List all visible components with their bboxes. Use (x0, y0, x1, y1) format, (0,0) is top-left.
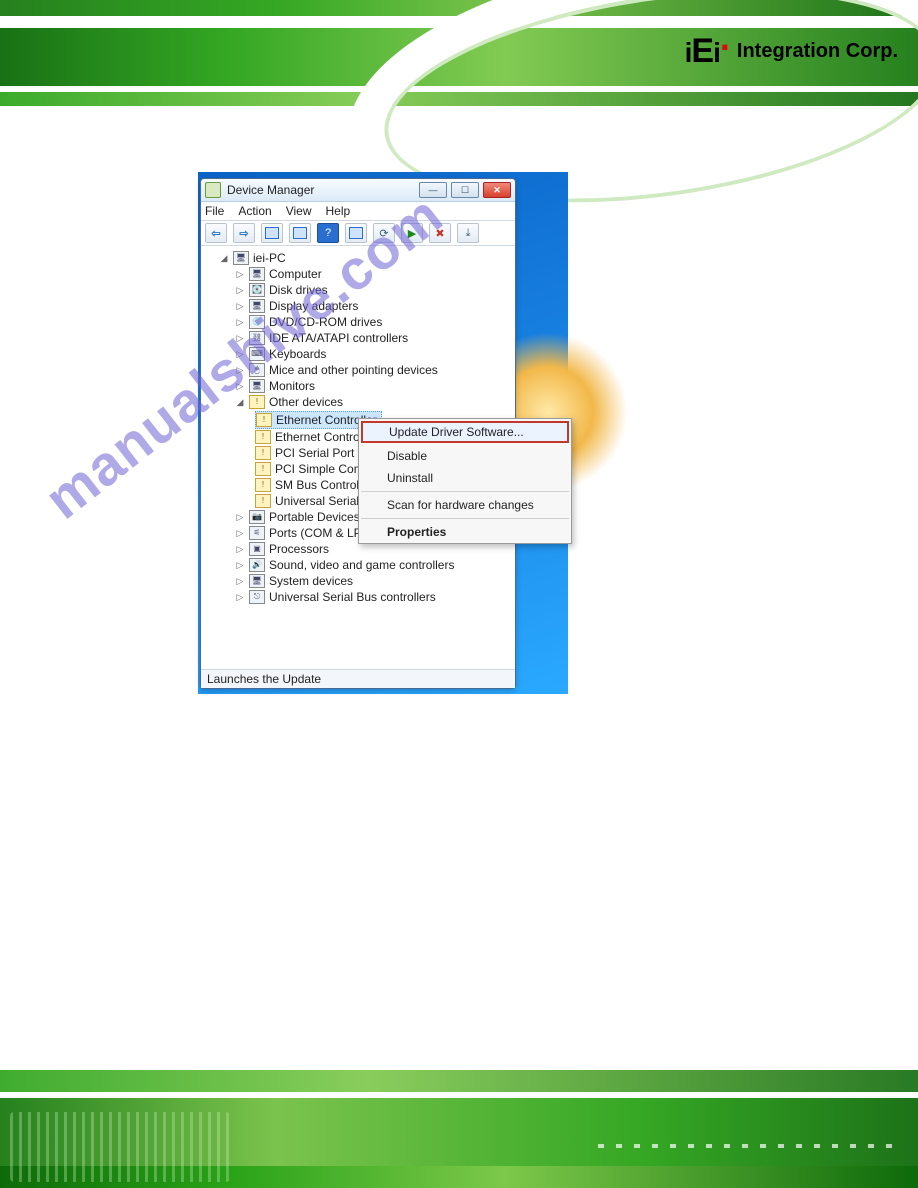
menubar: File Action View Help (201, 202, 515, 221)
tree-item[interactable]: ▷🖥System devices (235, 573, 509, 589)
tree-item[interactable]: ▷⛓IDE ATA/ATAPI controllers (235, 330, 509, 346)
toolbar: ⇦ ⇨ ? ⟳ ▶ ✖ ⤓ (201, 221, 515, 246)
ctx-properties[interactable]: Properties (359, 521, 571, 543)
menu-help[interactable]: Help (326, 204, 351, 218)
scan-icon[interactable]: ⟳ (373, 223, 395, 243)
statusbar: Launches the Update (201, 669, 515, 688)
window-title: Device Manager (227, 183, 314, 197)
ctx-disable[interactable]: Disable (359, 445, 571, 467)
disable-icon[interactable]: ✖ (429, 223, 451, 243)
menu-file[interactable]: File (205, 204, 224, 218)
tree-item-other[interactable]: ◢!Other devices (235, 394, 509, 410)
back-icon[interactable]: ⇦ (205, 223, 227, 243)
context-menu: Update Driver Software... Disable Uninst… (358, 418, 572, 544)
ctx-uninstall[interactable]: Uninstall (359, 467, 571, 489)
titlebar[interactable]: Device Manager — ☐ ✕ (201, 179, 515, 202)
brand-logo: iEi. (685, 32, 729, 71)
tree-item[interactable]: ▷🖱Mice and other pointing devices (235, 362, 509, 378)
update-icon[interactable]: ⤓ (457, 223, 479, 243)
tree-item[interactable]: ▷💽Disk drives (235, 282, 509, 298)
minimize-button[interactable]: — (419, 182, 447, 198)
page: iEi. Integration Corp. manualshive.com D… (0, 0, 918, 1188)
tree-item[interactable]: ▷🖥Display adapters (235, 298, 509, 314)
status-text: Launches the Update (207, 672, 321, 686)
brand: iEi. Integration Corp. (685, 32, 898, 71)
tree-item[interactable]: ▷⌨Keyboards (235, 346, 509, 362)
ctx-scan[interactable]: Scan for hardware changes (359, 494, 571, 516)
show-hidden-icon[interactable] (261, 223, 283, 243)
properties-icon[interactable] (345, 223, 367, 243)
menu-view[interactable]: View (286, 204, 312, 218)
tree-item[interactable]: ▷🔊Sound, video and game controllers (235, 557, 509, 573)
tree-root[interactable]: ◢🖥iei-PC (219, 250, 509, 266)
footer-band (0, 1070, 918, 1188)
brand-text: Integration Corp. (737, 40, 898, 63)
enable-icon[interactable]: ▶ (401, 223, 423, 243)
maximize-button[interactable]: ☐ (451, 182, 479, 198)
forward-icon[interactable]: ⇨ (233, 223, 255, 243)
tree-item[interactable]: ▷⎋Universal Serial Bus controllers (235, 589, 509, 605)
close-button[interactable]: ✕ (483, 182, 511, 198)
view-icon[interactable] (289, 223, 311, 243)
tree-item[interactable]: ▷🖥Computer (235, 266, 509, 282)
tree-item[interactable]: ▷💿DVD/CD-ROM drives (235, 314, 509, 330)
ctx-separator (361, 491, 569, 492)
help-icon[interactable]: ? (317, 223, 339, 243)
tree-item[interactable]: ▷🖥Monitors (235, 378, 509, 394)
menu-action[interactable]: Action (238, 204, 271, 218)
ctx-separator (361, 518, 569, 519)
ctx-update-driver[interactable]: Update Driver Software... (361, 421, 569, 443)
app-icon (205, 182, 221, 198)
